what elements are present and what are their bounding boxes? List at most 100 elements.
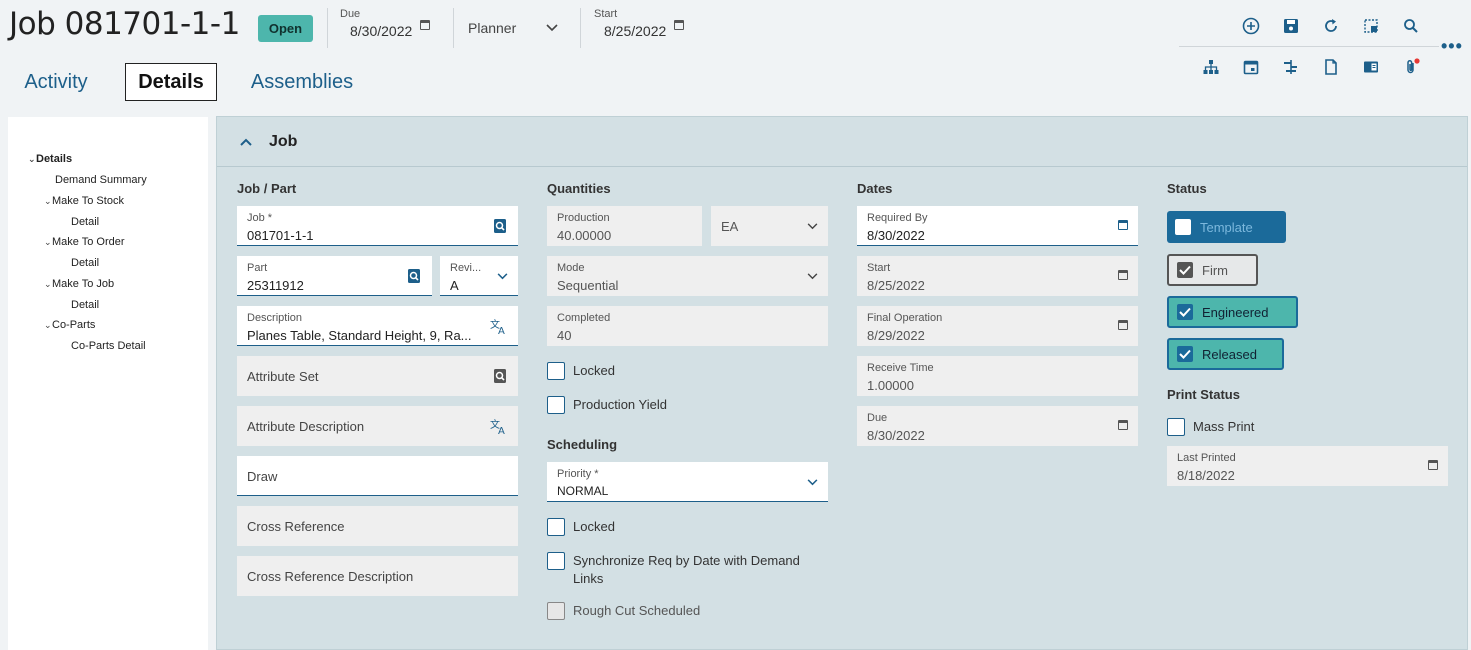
planner-dropdown[interactable]: Planner — [468, 20, 568, 60]
calendar-icon[interactable] — [420, 20, 430, 30]
mass-print-checkbox[interactable]: Mass Print — [1167, 418, 1254, 436]
chevron-down-icon[interactable]: ⌄ — [44, 279, 52, 290]
tab-details[interactable]: Details — [125, 63, 217, 101]
chevron-down-icon[interactable]: ⌄ — [44, 320, 52, 331]
due-field[interactable]: Due 8/30/2022 — [857, 406, 1138, 446]
start-date-field[interactable]: Start 8/25/2022 — [594, 8, 694, 48]
tree-item-make-to-stock[interactable]: ⌄Make To Stock — [44, 195, 124, 207]
search-record-icon[interactable] — [492, 218, 508, 234]
mode-dropdown[interactable]: Mode Sequential — [547, 256, 828, 296]
revision-dropdown[interactable]: Revi... A — [440, 256, 518, 296]
cross-reference-field[interactable]: Cross Reference — [237, 506, 518, 546]
divider — [453, 8, 454, 48]
select-area-icon[interactable] — [1360, 15, 1382, 37]
chevron-up-icon[interactable] — [239, 135, 253, 149]
tab-activity[interactable]: Activity — [17, 63, 95, 101]
start-field[interactable]: Start 8/25/2022 — [857, 256, 1138, 296]
attachment-icon[interactable] — [1400, 56, 1422, 78]
description-label: Description — [247, 312, 303, 324]
chevron-down-icon[interactable]: ⌄ — [28, 154, 36, 165]
start-label: Start — [867, 262, 891, 274]
required-by-field[interactable]: Required By 8/30/2022 — [857, 206, 1138, 246]
uom-dropdown[interactable]: EA — [711, 206, 828, 246]
tree-item-detail[interactable]: Detail — [71, 257, 99, 269]
calendar-icon[interactable] — [1118, 420, 1128, 430]
tree-item-co-parts-detail[interactable]: Co-Parts Detail — [71, 340, 146, 352]
priority-dropdown[interactable]: Priority * NORMAL — [547, 462, 828, 502]
tree-item-co-parts[interactable]: ⌄Co-Parts — [44, 319, 95, 331]
translate-icon[interactable]: 文A — [490, 418, 508, 437]
description-field[interactable]: Description Planes Table, Standard Heigh… — [237, 306, 518, 346]
cross-reference-description-field[interactable]: Cross Reference Description — [237, 556, 518, 596]
last-printed-field[interactable]: Last Printed 8/18/2022 — [1167, 446, 1448, 486]
panel-card-icon[interactable] — [1360, 56, 1382, 78]
toolbar-divider — [1179, 46, 1439, 47]
toggle-label: Template — [1200, 219, 1253, 235]
scheduling-locked-checkbox[interactable]: Locked — [547, 518, 615, 536]
checkbox-box[interactable] — [547, 396, 565, 414]
checkbox-box[interactable] — [547, 518, 565, 536]
part-field[interactable]: Part 25311912 — [237, 256, 432, 296]
chevron-down-icon — [807, 223, 818, 230]
draw-placeholder: Draw — [247, 469, 278, 484]
search-record-icon[interactable] — [492, 368, 508, 384]
tree-item-demand-summary[interactable]: Demand Summary — [55, 174, 147, 186]
navigation-tree: ⌄Details Demand Summary ⌄Make To Stock D… — [8, 117, 208, 650]
tab-assemblies[interactable]: Assemblies — [248, 63, 356, 101]
search-record-icon[interactable] — [406, 268, 422, 284]
section-status: Status — [1167, 181, 1207, 196]
panel-header[interactable]: Job — [217, 117, 1467, 167]
calendar-icon[interactable] — [674, 20, 684, 30]
more-options-icon[interactable]: ••• — [1441, 36, 1463, 57]
production-label: Production — [557, 212, 610, 224]
search-icon[interactable] — [1400, 15, 1422, 37]
calendar-icon[interactable] — [1118, 320, 1128, 330]
job-field[interactable]: Job * 081701-1-1 — [237, 206, 518, 246]
chevron-down-icon — [546, 24, 558, 32]
chevron-down-icon[interactable]: ⌄ — [44, 237, 52, 248]
checkbox-box[interactable] — [547, 552, 565, 570]
calendar-icon[interactable] — [1118, 270, 1128, 280]
hierarchy-icon[interactable] — [1200, 56, 1222, 78]
template-toggle[interactable]: Template — [1167, 211, 1286, 243]
gantt-icon[interactable] — [1280, 56, 1302, 78]
receive-time-label: Receive Time — [867, 362, 934, 374]
receive-time-field[interactable]: Receive Time 1.00000 — [857, 356, 1138, 396]
draw-field[interactable]: Draw — [237, 456, 518, 496]
completed-field[interactable]: Completed 40 — [547, 306, 828, 346]
attribute-set-placeholder: Attribute Set — [247, 369, 319, 384]
save-icon[interactable] — [1280, 15, 1302, 37]
checkbox-label: Locked — [573, 519, 615, 534]
refresh-icon[interactable] — [1320, 15, 1342, 37]
completed-value: 40 — [557, 328, 572, 343]
toggle-label: Engineered — [1202, 304, 1269, 320]
checkbox-box[interactable] — [1167, 418, 1185, 436]
document-icon[interactable] — [1320, 56, 1342, 78]
tree-item-make-to-job[interactable]: ⌄Make To Job — [44, 278, 114, 290]
attribute-set-field[interactable]: Attribute Set — [237, 356, 518, 396]
calendar-icon[interactable] — [1118, 220, 1128, 230]
production-field[interactable]: Production 40.00000 — [547, 206, 702, 246]
translate-icon[interactable]: 文A — [490, 318, 508, 337]
attribute-description-field[interactable]: Attribute Description 文A — [237, 406, 518, 446]
chevron-down-icon[interactable]: ⌄ — [44, 196, 52, 207]
quantities-locked-checkbox[interactable]: Locked — [547, 362, 615, 380]
final-operation-field[interactable]: Final Operation 8/29/2022 — [857, 306, 1138, 346]
engineered-toggle[interactable]: Engineered — [1167, 296, 1298, 328]
add-icon[interactable] — [1240, 15, 1262, 37]
tree-item-make-to-order[interactable]: ⌄Make To Order — [44, 236, 125, 248]
firm-toggle[interactable]: Firm — [1167, 254, 1258, 286]
due-date-field[interactable]: Due 8/30/2022 — [340, 8, 440, 48]
checkbox-box[interactable] — [547, 362, 565, 380]
production-yield-checkbox[interactable]: Production Yield — [547, 396, 667, 414]
tree-item-details[interactable]: ⌄Details — [28, 153, 72, 165]
tree-item-detail[interactable]: Detail — [71, 216, 99, 228]
mode-value: Sequential — [557, 278, 619, 293]
synchronize-req-checkbox[interactable]: Synchronize Req by Date with Demand Link… — [547, 552, 817, 588]
status-badge: Open — [258, 15, 313, 42]
last-printed-value: 8/18/2022 — [1177, 468, 1235, 483]
released-toggle[interactable]: Released — [1167, 338, 1284, 370]
calendar-icon[interactable] — [1428, 460, 1438, 470]
tree-item-detail[interactable]: Detail — [71, 299, 99, 311]
calendar-icon[interactable] — [1240, 56, 1262, 78]
